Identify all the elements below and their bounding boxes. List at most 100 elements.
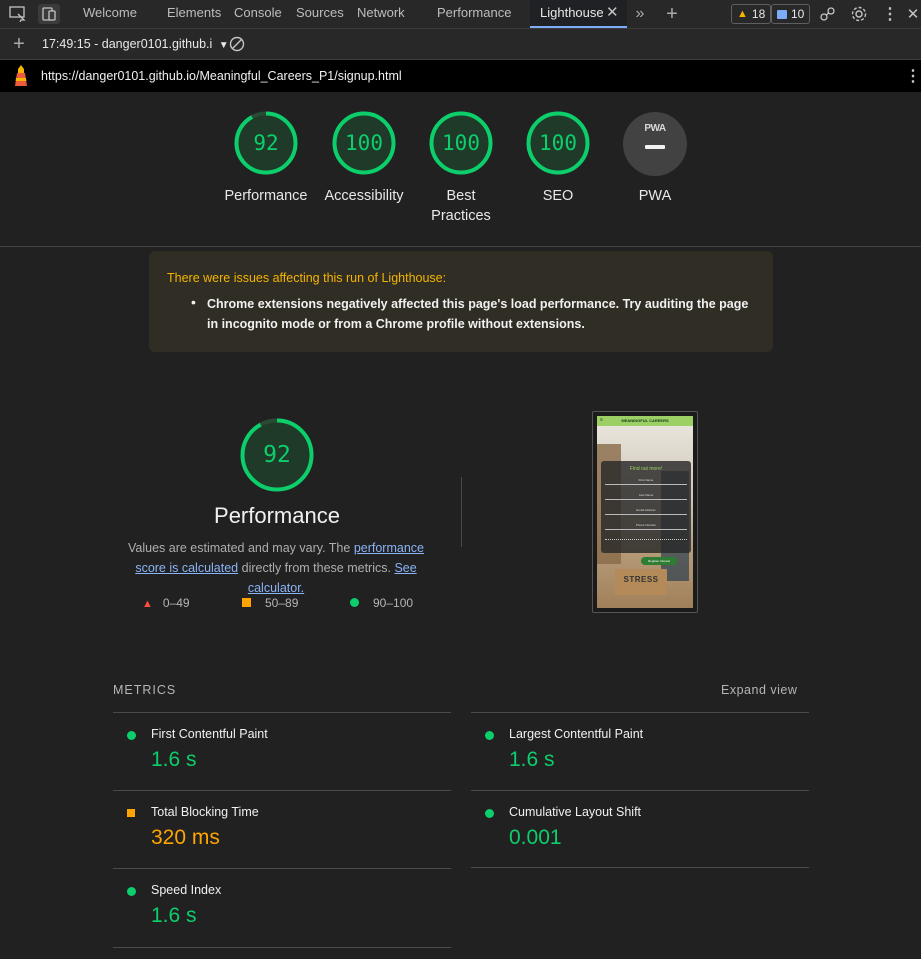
screenshot-header-title: MEANINGFUL CAREERS — [621, 418, 669, 423]
seo-gauge[interactable]: 100 — [525, 110, 591, 176]
warning-item: Chrome extensions negatively affected th… — [207, 297, 749, 331]
screenshot-page: ≡ MEANINGFUL CAREERS Find out more! Firs… — [597, 416, 693, 608]
legend-poor-label: 0–49 — [162, 596, 190, 610]
tab-lighthouse-label: Lighthouse — [540, 5, 604, 20]
warning-icon: ▲ — [737, 8, 748, 20]
desc-text-2: directly from these metrics. — [238, 561, 395, 575]
metric-name: First Contentful Paint — [151, 727, 268, 741]
pass-circle-icon — [485, 731, 494, 740]
performance-score: 92 — [253, 131, 279, 155]
more-options-icon[interactable]: ⋮ — [879, 4, 901, 24]
performance-label: Performance — [224, 188, 308, 204]
legend-average-label: 50–89 — [265, 596, 299, 610]
best-practices-gauge[interactable]: 100 — [428, 110, 494, 176]
screenshot-radio-row — [605, 539, 687, 543]
legend-good: 90–100 — [350, 596, 413, 610]
lighthouse-logo-icon — [12, 64, 30, 88]
messages-badge[interactable]: 10 — [771, 4, 811, 24]
more-tabs-icon[interactable]: » — [629, 4, 651, 24]
screenshot-register-button: Register Interest — [641, 557, 677, 565]
close-tab-icon[interactable]: ✕ — [606, 0, 619, 26]
summary-divider — [461, 477, 462, 547]
orange-square-icon — [242, 598, 251, 607]
message-icon — [777, 9, 787, 19]
accessibility-label: Accessibility — [324, 188, 404, 204]
report-select[interactable]: 17:49:15 - danger0101.github.i ▼ — [42, 37, 229, 51]
screenshot-box: STRESS — [615, 569, 667, 595]
tab-sources[interactable]: Sources — [296, 0, 344, 28]
green-circle-icon — [350, 598, 359, 607]
desc-text-1: Values are estimated and may vary. The — [128, 541, 354, 555]
new-report-icon[interactable]: + — [8, 33, 30, 55]
performance-title: Performance — [214, 503, 340, 528]
close-devtools-icon[interactable]: ✕ — [902, 4, 921, 24]
settings-gear-icon[interactable] — [848, 4, 870, 24]
performance-large-score: 92 — [263, 442, 291, 468]
tab-welcome[interactable]: Welcome — [83, 0, 137, 28]
expand-view-toggle[interactable]: Expand view — [721, 683, 797, 697]
warning-title: There were issues affecting this run of … — [167, 271, 447, 285]
bullet-icon: • — [191, 294, 196, 310]
seo-score: 100 — [539, 131, 577, 155]
accessibility-gauge[interactable]: 100 — [331, 110, 397, 176]
metric-largest-contentful-paint: Largest Contentful Paint 1.6 s — [471, 712, 809, 791]
final-screenshot[interactable]: ≡ MEANINGFUL CAREERS Find out more! Firs… — [592, 411, 698, 613]
screenshot-field-1: First Name — [605, 476, 687, 485]
tab-network[interactable]: Network — [357, 0, 405, 28]
pwa-dash-icon — [645, 145, 665, 149]
report-menu-icon[interactable]: ⋮ — [905, 66, 921, 86]
scores-divider — [0, 246, 921, 247]
tab-performance[interactable]: Performance — [437, 0, 511, 28]
pwa-badge-icon[interactable]: PWA — [623, 112, 687, 176]
warnings-count: 18 — [751, 7, 766, 21]
pass-circle-icon — [127, 731, 136, 740]
pwa-label: PWA — [638, 188, 672, 204]
performance-gauge[interactable]: 92 — [233, 110, 299, 176]
tab-console[interactable]: Console — [234, 0, 282, 28]
metric-total-blocking-time: Total Blocking Time 320 ms — [113, 790, 451, 869]
screenshot-card-title: Find out more! — [629, 466, 663, 472]
inspect-element-icon[interactable] — [7, 4, 29, 24]
tab-elements[interactable]: Elements — [167, 0, 221, 28]
add-tab-icon[interactable]: + — [661, 3, 683, 25]
report-url-bar: https://danger0101.github.io/Meaningful_… — [0, 60, 921, 92]
legend-poor: ▲ 0–49 — [142, 596, 190, 610]
legend-good-label: 90–100 — [373, 596, 414, 610]
metric-name: Total Blocking Time — [151, 805, 259, 819]
performance-description: Values are estimated and may vary. The p… — [111, 538, 441, 598]
pass-circle-icon — [485, 809, 494, 818]
metrics-title: METRICS — [113, 683, 177, 697]
metrics-grid-divider — [471, 867, 809, 868]
warning-box: There were issues affecting this run of … — [149, 251, 773, 352]
accessibility-score: 100 — [345, 131, 383, 155]
warnings-badge[interactable]: ▲ 18 — [731, 4, 772, 24]
pwa-badge-text: PWA — [644, 123, 666, 134]
metric-cumulative-layout-shift: Cumulative Layout Shift 0.001 — [471, 790, 809, 869]
metric-value: 320 ms — [151, 826, 220, 849]
screenshot-box-text: STRESS — [623, 575, 659, 584]
metric-value: 0.001 — [509, 826, 562, 849]
screenshot-header: ≡ MEANINGFUL CAREERS — [597, 416, 693, 426]
metric-name: Largest Contentful Paint — [509, 727, 644, 741]
clear-reports-icon[interactable] — [226, 34, 248, 54]
performance-large-gauge: 92 — [239, 417, 315, 493]
metric-value: 1.6 s — [509, 748, 555, 771]
metric-name: Speed Index — [151, 883, 222, 897]
best-practices-score: 100 — [442, 131, 480, 155]
metric-first-contentful-paint: First Contentful Paint 1.6 s — [113, 712, 451, 791]
metric-value: 1.6 s — [151, 748, 197, 771]
screenshot-field-3: Email Address — [605, 506, 687, 515]
legend-average: 50–89 — [242, 596, 298, 610]
best-practices-label: Best Practices — [431, 188, 491, 224]
lighthouse-report: 92 100 100 100 PWA Performance Accessibi… — [0, 92, 921, 959]
average-square-icon — [127, 809, 135, 817]
lighthouse-toolbar: + 17:49:15 - danger0101.github.i ▼ — [0, 29, 921, 60]
screenshot-field-4: Phone Number — [605, 521, 687, 530]
metric-name: Cumulative Layout Shift — [509, 805, 642, 819]
report-url[interactable]: https://danger0101.github.io/Meaningful_… — [41, 69, 402, 83]
device-toolbar-icon[interactable] — [38, 4, 60, 24]
tab-lighthouse[interactable]: Lighthouse ✕ — [530, 0, 627, 28]
customize-icon[interactable] — [817, 4, 839, 24]
metric-speed-index: Speed Index 1.6 s — [113, 868, 451, 948]
red-triangle-icon: ▲ — [142, 598, 153, 610]
